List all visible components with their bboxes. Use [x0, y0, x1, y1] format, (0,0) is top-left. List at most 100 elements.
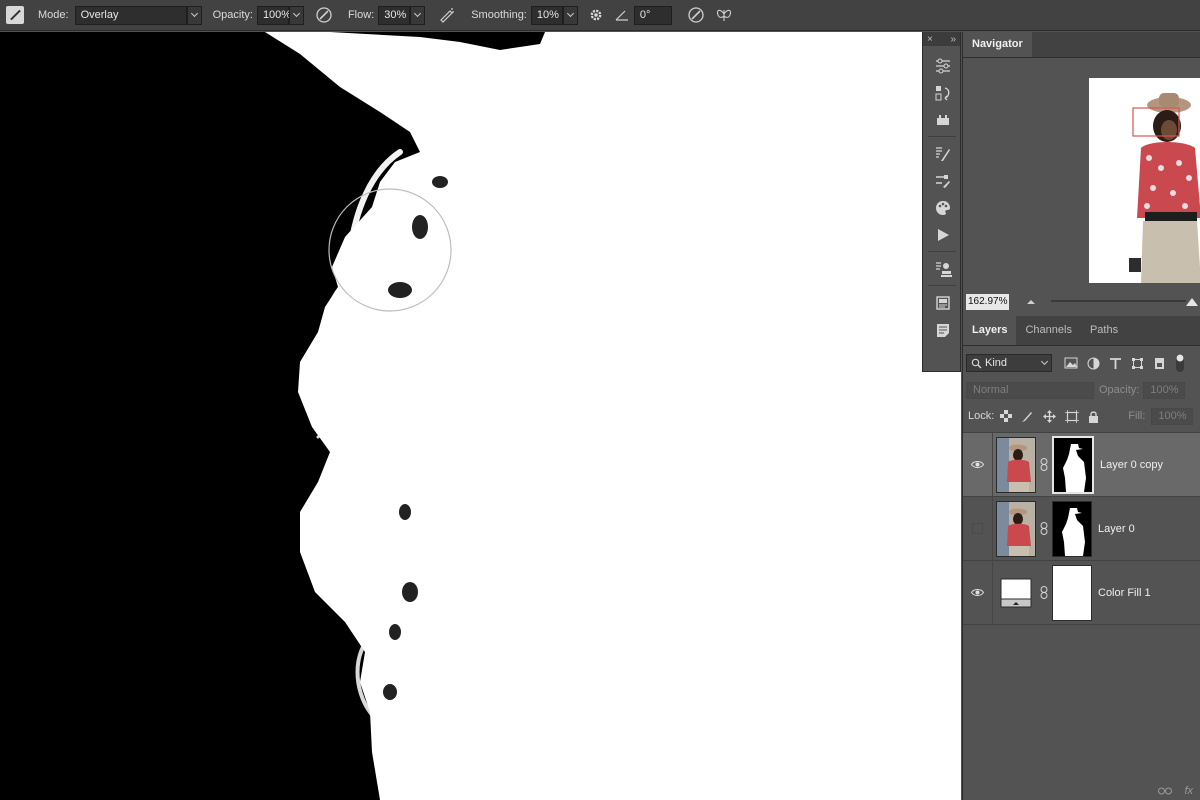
lock-row: Lock: Fill: 100%	[963, 404, 1200, 428]
link-layers-icon[interactable]	[1158, 787, 1173, 795]
adjustments-icon[interactable]	[923, 52, 962, 79]
collapse-icon[interactable]: »	[950, 34, 956, 45]
search-icon	[971, 358, 982, 368]
layer-mask-thumbnail[interactable]	[1052, 564, 1092, 621]
layer-name[interactable]: Color Fill 1	[1098, 587, 1151, 599]
layer-row-color-fill-1[interactable]: Color Fill 1	[963, 560, 1200, 625]
smoothing-field[interactable]: 10%	[530, 5, 578, 25]
notes-icon[interactable]	[923, 316, 962, 343]
fill-label: Fill:	[1128, 410, 1146, 422]
blend-mode-dropdown[interactable]: Normal	[966, 381, 1094, 399]
filter-kind-dropdown[interactable]: Kind	[966, 354, 1052, 372]
smoothing-label: Smoothing:	[471, 9, 527, 21]
document-canvas[interactable]	[0, 32, 961, 800]
layer-thumbnail[interactable]	[996, 436, 1036, 493]
layer-mask-thumbnail[interactable]	[1052, 500, 1092, 557]
layer-mask-thumbnail[interactable]	[1052, 435, 1094, 494]
layer-row-layer-0[interactable]: Layer 0	[963, 496, 1200, 561]
properties-icon[interactable]	[923, 289, 962, 316]
visibility-toggle[interactable]	[963, 560, 993, 625]
zoom-field[interactable]: 162.97%	[966, 294, 1009, 310]
lock-pixels-brush-icon[interactable]	[1021, 410, 1034, 423]
lock-transparent-icon[interactable]	[1000, 410, 1013, 422]
layer-name[interactable]: Layer 0	[1098, 523, 1135, 535]
navigator-tab-row: Navigator	[963, 31, 1200, 58]
chevron-down-icon[interactable]	[288, 5, 304, 25]
layers-tab-row: Layers Channels Paths	[963, 315, 1200, 346]
mask-link-icon[interactable]	[1038, 586, 1050, 600]
angle-icon	[612, 5, 632, 25]
smoothing-value[interactable]: 10%	[530, 5, 563, 25]
layer-row-layer-0-copy[interactable]: Layer 0 copy	[963, 432, 1200, 497]
zoom-out-icon[interactable]	[1025, 295, 1037, 310]
layer-name[interactable]: Layer 0 copy	[1100, 459, 1163, 471]
opacity-value[interactable]: 100%	[256, 5, 291, 25]
fill-field[interactable]: 100%	[1151, 407, 1194, 425]
tab-channels[interactable]: Channels	[1016, 315, 1080, 345]
chevron-down-icon[interactable]	[562, 5, 578, 25]
filter-toggle-icon[interactable]	[1175, 353, 1185, 373]
fx-button[interactable]: fx	[1184, 785, 1193, 797]
layer-mask-artwork	[0, 32, 545, 800]
tab-navigator[interactable]: Navigator	[963, 31, 1032, 57]
layer-filter-row: Kind	[963, 348, 1200, 378]
opacity-field[interactable]: 100%	[256, 5, 304, 25]
angle-field[interactable]: 0°	[633, 5, 672, 25]
fill-layer-thumbnail[interactable]	[996, 565, 1036, 621]
adjustment-layer-filter-icon[interactable]	[1087, 357, 1100, 370]
layer-opacity-label: Opacity:	[1099, 384, 1140, 396]
layers-footer: fx	[963, 782, 1200, 800]
mode-label: Mode:	[38, 9, 69, 21]
lock-label: Lock:	[968, 410, 995, 422]
filter-kind-value: Kind	[985, 357, 1008, 369]
pixel-layer-filter-icon[interactable]	[1064, 357, 1078, 369]
options-bar: Mode: Overlay Opacity: 100% Flow: 30% Sm…	[0, 0, 1200, 31]
opacity-label: Opacity:	[212, 9, 253, 21]
pressure-size-icon[interactable]	[686, 5, 706, 25]
type-layer-filter-icon[interactable]	[1109, 357, 1122, 370]
symmetry-butterfly-icon[interactable]	[714, 5, 734, 25]
right-panels: Navigator 162.97% Layers Channels Paths	[962, 31, 1200, 800]
layer-thumbnail[interactable]	[996, 500, 1036, 557]
flow-value[interactable]: 30%	[378, 5, 411, 25]
plugin-icon[interactable]	[923, 106, 962, 133]
chevron-down-icon	[1040, 357, 1049, 366]
history-icon[interactable]	[923, 79, 962, 106]
pressure-opacity-icon[interactable]	[314, 5, 334, 25]
play-actions-icon[interactable]	[923, 221, 962, 248]
tab-layers[interactable]: Layers	[963, 315, 1017, 345]
visibility-toggle[interactable]	[963, 496, 993, 561]
mode-dropdown[interactable]: Overlay	[74, 5, 202, 25]
navigator-thumbnail[interactable]	[1089, 78, 1200, 283]
flow-label: Flow:	[347, 9, 375, 21]
blend-row: Normal Opacity: 100%	[963, 378, 1200, 402]
panel-icon-strip: × »	[922, 32, 961, 372]
chevron-down-icon[interactable]	[410, 5, 426, 25]
airbrush-icon[interactable]	[437, 5, 457, 25]
chevron-down-icon[interactable]	[186, 5, 202, 25]
mask-link-icon[interactable]	[1038, 522, 1050, 536]
lock-position-move-icon[interactable]	[1043, 409, 1057, 423]
brush-tool-icon[interactable]	[6, 6, 24, 24]
lock-all-icon[interactable]	[1088, 410, 1099, 423]
zoom-in-icon[interactable]	[1185, 294, 1199, 311]
smart-object-filter-icon[interactable]	[1153, 357, 1166, 370]
layer-opacity-field[interactable]: 100%	[1143, 381, 1186, 399]
gear-icon[interactable]	[586, 5, 606, 25]
eye-icon	[971, 589, 984, 596]
lock-artboard-icon[interactable]	[1065, 409, 1080, 423]
zoom-slider[interactable]	[1051, 300, 1186, 302]
mask-link-icon[interactable]	[1038, 458, 1050, 472]
clone-source-icon[interactable]	[923, 255, 962, 282]
shape-layer-filter-icon[interactable]	[1131, 357, 1144, 370]
swatches-palette-icon[interactable]	[923, 194, 962, 221]
tab-paths[interactable]: Paths	[1081, 315, 1127, 345]
mode-value[interactable]: Overlay	[74, 5, 187, 25]
flow-field[interactable]: 30%	[378, 5, 426, 25]
eye-icon	[971, 461, 984, 468]
brush-settings-icon[interactable]	[923, 140, 962, 167]
brush-presets-icon[interactable]	[923, 167, 962, 194]
close-icon[interactable]: ×	[927, 34, 933, 45]
hidden-eye-box	[972, 523, 983, 534]
visibility-toggle[interactable]	[963, 432, 993, 497]
